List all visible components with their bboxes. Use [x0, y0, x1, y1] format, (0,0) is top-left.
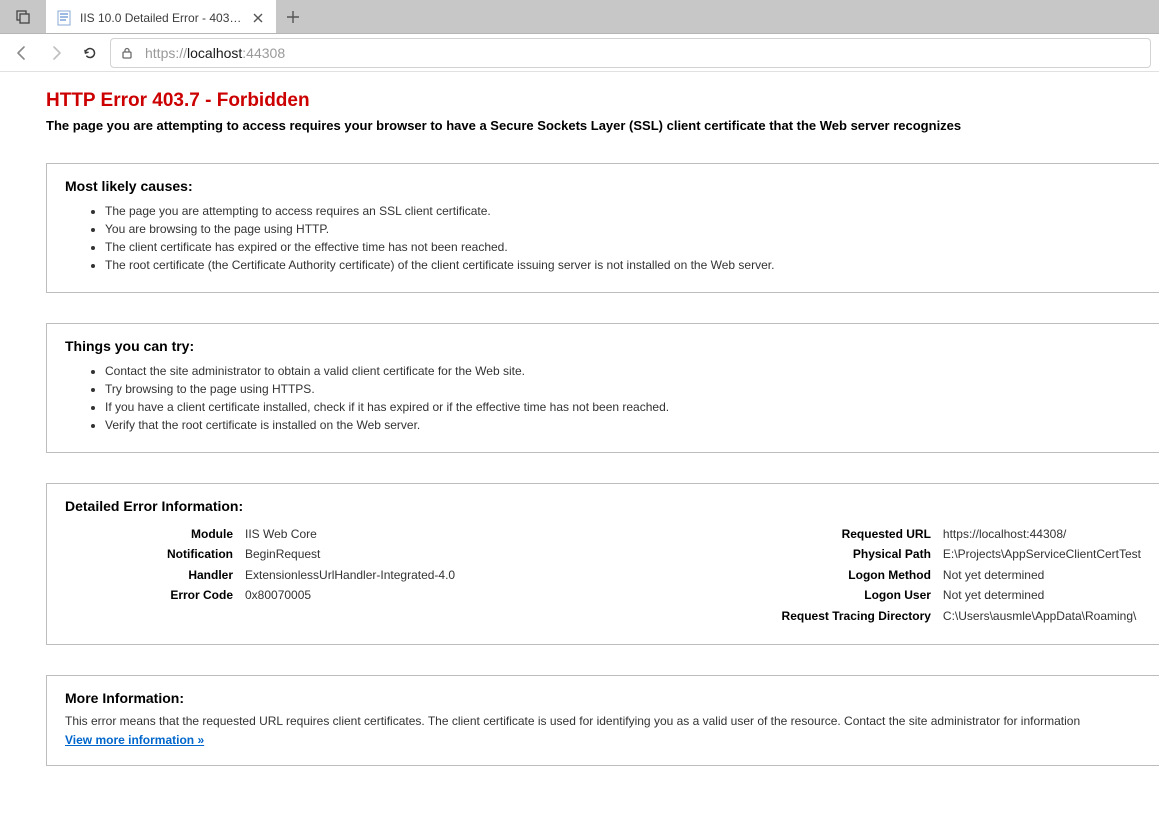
causes-list: The page you are attempting to access re…	[65, 202, 1141, 274]
list-item: Contact the site administrator to obtain…	[105, 362, 1141, 380]
list-item: If you have a client certificate install…	[105, 398, 1141, 416]
tab-strip: IIS 10.0 Detailed Error - 403.7 - F	[0, 0, 1159, 34]
list-item: Verify that the root certificate is inst…	[105, 416, 1141, 434]
site-security-icon[interactable]	[119, 45, 135, 61]
back-button[interactable]	[8, 39, 36, 67]
url-scheme: https://	[145, 45, 187, 61]
table-row: Physical PathE:\Projects\AppServiceClien…	[733, 544, 1141, 564]
page-content: HTTP Error 403.7 - Forbidden The page yo…	[0, 72, 1159, 836]
more-info-desc: This error means that the requested URL …	[65, 714, 1141, 728]
close-tab-icon[interactable]	[250, 10, 266, 26]
url-port: :44308	[242, 45, 285, 61]
list-item: The root certificate (the Certificate Au…	[105, 256, 1141, 274]
tab-title: IIS 10.0 Detailed Error - 403.7 - F	[80, 11, 242, 25]
try-block: Things you can try: Contact the site adm…	[46, 323, 1159, 453]
table-row: Logon MethodNot yet determined	[733, 565, 1141, 585]
url-text: https://localhost:44308	[145, 45, 285, 61]
table-row: Error Code0x80070005	[65, 585, 455, 605]
more-info-heading: More Information:	[65, 690, 1141, 706]
table-row: Requested URLhttps://localhost:44308/	[733, 524, 1141, 544]
view-more-link[interactable]: View more information »	[65, 733, 204, 747]
detail-table-left: ModuleIIS Web Core NotificationBeginRequ…	[65, 524, 455, 626]
error-title: HTTP Error 403.7 - Forbidden	[46, 90, 1159, 112]
browser-tab[interactable]: IIS 10.0 Detailed Error - 403.7 - F	[46, 0, 276, 33]
table-row: ModuleIIS Web Core	[65, 524, 455, 544]
list-item: The client certificate has expired or th…	[105, 238, 1141, 256]
list-item: You are browsing to the page using HTTP.	[105, 220, 1141, 238]
table-row: NotificationBeginRequest	[65, 544, 455, 564]
url-host: localhost	[187, 45, 242, 61]
detail-heading: Detailed Error Information:	[65, 498, 1141, 514]
causes-heading: Most likely causes:	[65, 178, 1141, 194]
more-info-block: More Information: This error means that …	[46, 675, 1159, 766]
causes-block: Most likely causes: The page you are att…	[46, 163, 1159, 293]
detail-block: Detailed Error Information: ModuleIIS We…	[46, 483, 1159, 645]
forward-button[interactable]	[42, 39, 70, 67]
detail-table-right: Requested URLhttps://localhost:44308/ Ph…	[733, 524, 1141, 626]
table-row: Logon UserNot yet determined	[733, 585, 1141, 605]
address-bar[interactable]: https://localhost:44308	[110, 38, 1151, 68]
list-item: Try browsing to the page using HTTPS.	[105, 380, 1141, 398]
new-tab-button[interactable]	[276, 0, 310, 33]
tab-actions-icon[interactable]	[0, 0, 46, 33]
list-item: The page you are attempting to access re…	[105, 202, 1141, 220]
browser-toolbar: https://localhost:44308	[0, 34, 1159, 72]
error-subtitle: The page you are attempting to access re…	[46, 118, 1159, 133]
refresh-button[interactable]	[76, 39, 104, 67]
table-row: HandlerExtensionlessUrlHandler-Integrate…	[65, 565, 455, 585]
try-list: Contact the site administrator to obtain…	[65, 362, 1141, 434]
table-row: Request Tracing DirectoryC:\Users\ausmle…	[733, 606, 1141, 626]
try-heading: Things you can try:	[65, 338, 1141, 354]
iis-favicon-icon	[56, 10, 72, 26]
